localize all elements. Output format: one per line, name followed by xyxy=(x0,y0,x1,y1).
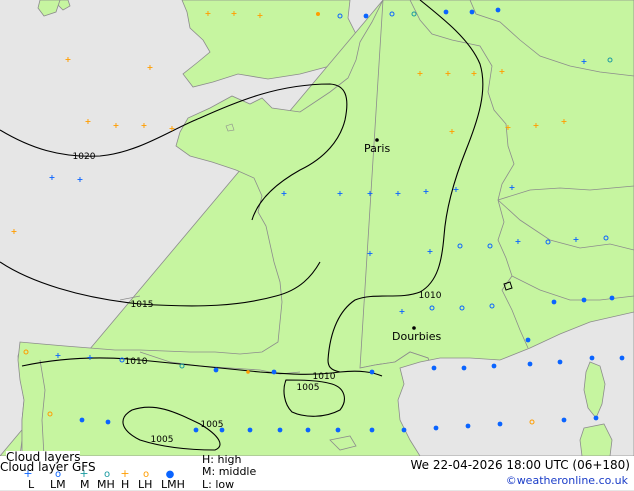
marker-high: + xyxy=(169,124,176,133)
cloud-layers-map: 1020 1015 1010 1010 1010 1005 1005 1005 … xyxy=(0,0,634,456)
marker-high: + xyxy=(77,175,84,184)
marker-high: + xyxy=(87,353,94,362)
site-credit[interactable]: ©weatheronline.co.uk xyxy=(506,475,628,487)
forecast-datetime: We 22-04-2026 18:00 UTC (06+180) xyxy=(410,458,630,472)
marker-high: + xyxy=(445,69,452,78)
marker-low xyxy=(491,363,497,369)
legend-code-LMH: LMH xyxy=(161,478,185,491)
marker-low xyxy=(369,427,375,433)
marker-low xyxy=(581,297,587,303)
marker-high: + xyxy=(533,121,540,130)
marker-high: + xyxy=(49,173,56,182)
legend-code-H: H xyxy=(121,478,130,491)
marker-low xyxy=(561,417,567,423)
marker-high: + xyxy=(257,11,264,20)
isobar-label: 1005 xyxy=(297,383,320,393)
marker-low xyxy=(79,417,85,423)
legend-footer: Cloud layers Cloud layer GFS + o + o + o… xyxy=(0,451,634,491)
marker-low xyxy=(363,13,369,19)
legend-code-LM: LM xyxy=(50,478,66,491)
marker-high: + xyxy=(423,187,430,196)
marker-high: + xyxy=(85,117,92,126)
marker-low xyxy=(316,12,320,16)
marker-low xyxy=(551,299,557,305)
marker-low xyxy=(246,370,250,374)
isobar-label: 1020 xyxy=(73,152,96,162)
marker-high: + xyxy=(561,117,568,126)
marker-high: + xyxy=(141,121,148,130)
marker-high: + xyxy=(281,189,288,198)
marker-low xyxy=(589,355,595,361)
marker-high: + xyxy=(581,57,588,66)
isobar-label: 1010 xyxy=(313,372,336,382)
marker-low xyxy=(335,427,341,433)
isobar-label: 1010 xyxy=(419,291,442,301)
marker-high: + xyxy=(367,189,374,198)
marker-low xyxy=(277,427,283,433)
city-label-dourbies: Dourbies xyxy=(392,330,442,343)
legend-middle: M: middle xyxy=(202,465,257,478)
isobar-label: 1015 xyxy=(131,300,154,310)
isobar-label: 1005 xyxy=(201,420,224,430)
marker-high: + xyxy=(231,9,238,18)
marker-low xyxy=(465,423,471,429)
marker-low xyxy=(495,7,501,13)
marker-high: + xyxy=(453,185,460,194)
marker-high: + xyxy=(147,63,154,72)
marker-high: + xyxy=(399,307,406,316)
marker-high: + xyxy=(509,183,516,192)
legend-code-MH: MH xyxy=(97,478,115,491)
marker-low xyxy=(527,361,533,367)
marker-low xyxy=(219,427,225,433)
marker-low xyxy=(619,355,625,361)
marker-low xyxy=(431,365,437,371)
marker-high: + xyxy=(573,235,580,244)
marker-low xyxy=(271,369,277,375)
marker-high: + xyxy=(427,247,434,256)
city-label-paris: Paris xyxy=(364,142,390,155)
marker-low xyxy=(105,419,111,425)
legend-code-LH: LH xyxy=(138,478,153,491)
marker-low xyxy=(433,425,439,431)
marker-low xyxy=(193,427,199,433)
marker-high: + xyxy=(55,351,62,360)
marker-low xyxy=(557,359,563,365)
legend-code-M: M xyxy=(80,478,90,491)
marker-low xyxy=(443,9,449,15)
marker-low xyxy=(247,427,253,433)
marker-low xyxy=(461,365,467,371)
marker-high: + xyxy=(113,121,120,130)
isobar-label: 1005 xyxy=(151,435,174,445)
marker-high: + xyxy=(367,249,374,258)
marker-high: + xyxy=(471,69,478,78)
marker-low xyxy=(401,427,407,433)
marker-high: + xyxy=(65,55,72,64)
legend-code-L: L xyxy=(28,478,35,491)
marker-high: + xyxy=(505,123,512,132)
marker-low xyxy=(369,369,375,375)
marker-high: + xyxy=(337,189,344,198)
legend-low: L: low xyxy=(202,478,235,491)
marker-low xyxy=(525,337,531,343)
marker-low xyxy=(305,427,311,433)
marker-low xyxy=(593,415,599,421)
marker-high: + xyxy=(395,189,402,198)
marker-low xyxy=(213,367,219,373)
map-stage: 1020 1015 1010 1010 1010 1005 1005 1005 … xyxy=(0,0,634,491)
marker-low xyxy=(497,421,503,427)
marker-high: + xyxy=(515,237,522,246)
marker-low xyxy=(469,9,475,15)
marker-high: + xyxy=(417,69,424,78)
marker-high: + xyxy=(449,127,456,136)
marker-high: + xyxy=(11,227,18,236)
marker-low xyxy=(609,295,615,301)
marker-high: + xyxy=(499,67,506,76)
isobar-label: 1010 xyxy=(125,357,148,367)
marker-high: + xyxy=(205,9,212,18)
